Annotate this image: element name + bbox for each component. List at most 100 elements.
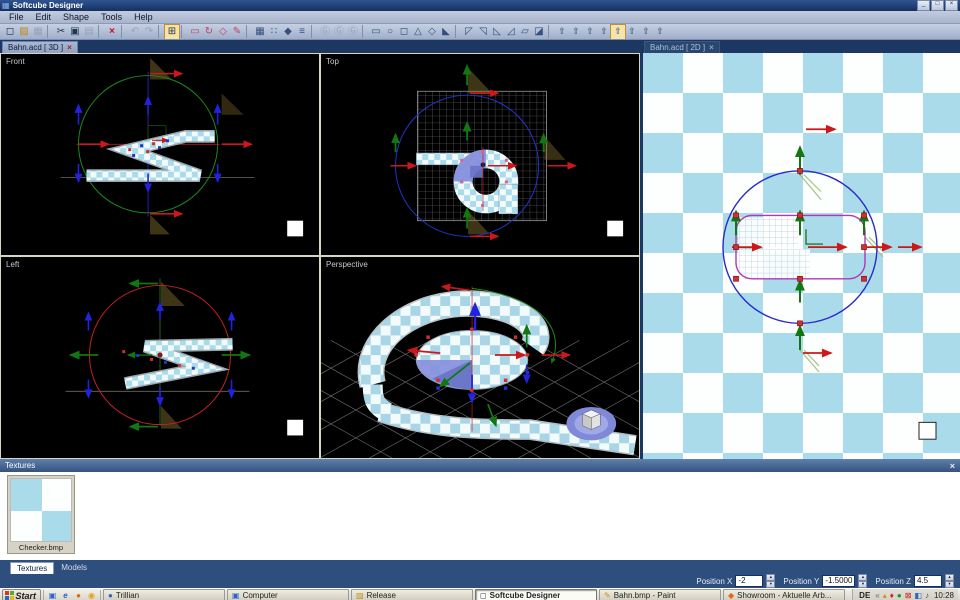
tray-app3-icon[interactable]: ● [897,592,902,600]
tab-bahn-3d[interactable]: Bahn.acd [ 3D ] × [2,41,78,53]
top-texture-slot[interactable] [607,221,623,237]
height-6-icon[interactable]: ⇧ [625,25,639,39]
panel-2d-canvas[interactable] [643,53,960,459]
rotate-shape-icon[interactable]: ↻ [202,25,216,39]
position-y-input[interactable]: -1.5000 [822,575,855,587]
taskbar-clock[interactable]: 10:28 [932,591,954,600]
title-bar[interactable]: ▦ Softcube Designer _ □ × [0,0,960,11]
tray-app1-icon[interactable]: ▴ [883,592,887,600]
perspective-viewport[interactable]: Perspective [320,256,640,459]
spinner-up-icon[interactable]: ▲ [766,574,775,581]
show-desktop-icon[interactable]: ▣ [47,590,58,600]
tab-textures[interactable]: Textures [10,562,54,574]
left-texture-slot[interactable] [287,420,303,436]
left-viewport-canvas[interactable] [1,257,319,458]
height-7-icon[interactable]: ⇧ [639,25,653,39]
ramp-up-left-icon[interactable]: ◸ [462,25,476,39]
front-viewport-canvas[interactable] [1,54,319,255]
spinner-down-icon[interactable]: ▼ [858,581,867,588]
top-viewport-canvas[interactable] [321,54,639,255]
height-8-icon[interactable]: ⇧ [653,25,667,39]
ramp-down-right-icon[interactable]: ◿ [504,25,518,39]
menu-edit[interactable]: Edit [31,12,57,23]
prim-cone-icon[interactable]: △ [411,25,425,39]
ramp-up-right-icon[interactable]: ◹ [476,25,490,39]
menu-file[interactable]: File [4,12,29,23]
position-x-input[interactable]: -2 [735,575,763,587]
menu-shape[interactable]: Shape [58,12,94,23]
height-1-icon[interactable]: ⇧ [555,25,569,39]
close-button[interactable]: × [945,0,958,11]
undo-icon[interactable]: ↶ [128,25,142,39]
task-paint[interactable]: ✎ Bahn.bmp - Paint [599,589,721,600]
height-4-icon[interactable]: ⇧ [597,25,611,39]
task-softcube-designer[interactable]: ◻ Softcube Designer [475,589,597,600]
task-release[interactable]: ▨ Release [351,589,473,600]
move-shape-icon[interactable]: ▭ [188,25,202,39]
snap-grid-icon[interactable]: ∷ [267,25,281,39]
prim-sphere-icon[interactable]: ○ [383,25,397,39]
smooth-low-icon[interactable]: Ⓖ [318,25,332,39]
start-button[interactable]: Start [2,589,41,600]
grid-toggle-icon[interactable]: ⊞ [165,25,179,39]
top-viewport[interactable]: Top [320,53,640,256]
minimize-button[interactable]: _ [917,0,930,11]
menu-tools[interactable]: Tools [96,12,127,23]
texture-item-checker[interactable]: Checker.bmp [7,475,75,554]
tab-close-icon[interactable]: × [709,44,714,52]
task-showroom[interactable]: ◆ Showroom - Aktuelle Arb... [723,589,845,600]
redo-icon[interactable]: ↷ [142,25,156,39]
height-3-icon[interactable]: ⇧ [583,25,597,39]
copy-icon[interactable]: ▣ [68,25,82,39]
cut-icon[interactable]: ✂ [54,25,68,39]
volume-icon[interactable]: ♪ [925,592,929,600]
prim-plane-icon[interactable]: ▭ [369,25,383,39]
ramp-down-left-icon[interactable]: ◺ [490,25,504,39]
browser-icon[interactable]: e [60,590,71,600]
nav-cube-widget[interactable] [566,407,616,440]
new-icon[interactable]: ◻ [3,25,17,39]
front-viewport[interactable]: Front [0,53,320,256]
task-trillian[interactable]: ● Trillian [103,589,225,600]
perspective-viewport-canvas[interactable] [321,257,639,458]
spinner-down-icon[interactable]: ▼ [766,581,775,588]
mirror-shape-icon[interactable]: ◆ [281,25,295,39]
save-icon[interactable]: ▦ [31,25,45,39]
position-z-input[interactable]: 4.5 [914,575,942,587]
firefox-icon[interactable]: ● [73,590,84,600]
tray-collapse-icon[interactable]: « [875,592,879,600]
prim-diamond-icon[interactable]: ◇ [425,25,439,39]
align-shape-icon[interactable]: ≡ [295,25,309,39]
left-viewport[interactable]: Left [0,256,320,459]
paste-icon[interactable]: ▤ [82,25,96,39]
tab-close-icon[interactable]: × [67,44,72,52]
position-y-spinner[interactable]: ▲ ▼ [858,574,867,588]
delete-icon[interactable]: × [105,25,119,39]
front-texture-slot[interactable] [287,221,303,237]
ramp-flat-icon[interactable]: ▱ [518,25,532,39]
edit-shape-icon[interactable]: ✎ [230,25,244,39]
height-5-icon[interactable]: ⇧ [611,25,625,39]
panel-2d-texture-slot[interactable] [919,422,936,439]
media-player-icon[interactable]: ◉ [86,590,97,600]
network-icon[interactable]: ◧ [914,592,922,600]
maximize-button[interactable]: □ [931,0,944,11]
smooth-mid-icon[interactable]: Ⓖ [332,25,346,39]
task-computer[interactable]: ▣ Computer [227,589,349,600]
open-icon[interactable]: ▨ [17,25,31,39]
scale-shape-icon[interactable]: ◇ [216,25,230,39]
tab-bahn-2d[interactable]: Bahn.acd [ 2D ] × [644,41,720,53]
tab-models[interactable]: Models [55,562,93,574]
textures-close-icon[interactable]: × [950,461,955,471]
ramp-corner-icon[interactable]: ◪ [532,25,546,39]
prim-box-icon[interactable]: ◻ [397,25,411,39]
language-indicator[interactable]: DE [857,591,872,600]
panel-2d[interactable] [643,53,960,459]
tray-app4-icon[interactable]: ⊠ [905,592,912,600]
smooth-high-icon[interactable]: Ⓖ [346,25,360,39]
spinner-up-icon[interactable]: ▲ [858,574,867,581]
prim-wedge-icon[interactable]: ◣ [439,25,453,39]
menu-help[interactable]: Help [129,12,158,23]
spinner-up-icon[interactable]: ▲ [945,574,954,581]
spinner-down-icon[interactable]: ▼ [945,581,954,588]
